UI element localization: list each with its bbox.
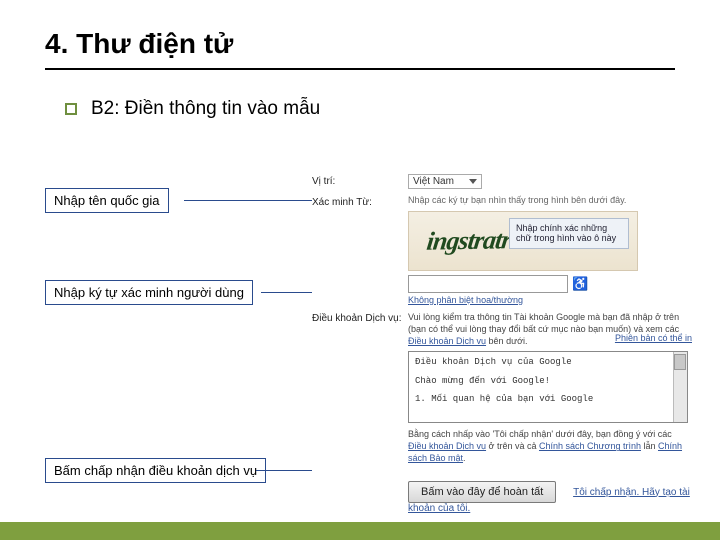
terms-link[interactable]: Điều khoản Dịch vụ	[408, 441, 486, 451]
tos-line: 1. Mối quan hệ của bạn với Google	[415, 393, 681, 406]
captcha-input[interactable]	[408, 275, 568, 293]
accessibility-icon[interactable]: ♿	[572, 276, 588, 292]
slide-title: 4. Thư điện tử	[45, 28, 675, 70]
leader-line	[256, 470, 312, 471]
signup-form-screenshot: Vị trí: Việt Nam Xác minh Từ: Nhập các k…	[312, 174, 692, 520]
chevron-down-icon	[469, 179, 477, 184]
location-dropdown[interactable]: Việt Nam	[408, 174, 482, 189]
callout-country: Nhập tên quốc gia	[45, 188, 169, 213]
tos-textarea[interactable]: Điều khoản Dịch vụ của Google Chào mừng …	[408, 351, 688, 423]
captcha-hint: Nhập các ký tự bạn nhìn thấy trong hình …	[408, 195, 692, 207]
subtitle-row: B2: Điền thông tin vào mẫu	[45, 98, 675, 120]
tos-line: Chào mừng đến với Google!	[415, 375, 681, 388]
tos-label: Điều khoản Dịch vụ:	[312, 311, 408, 324]
leader-line	[184, 200, 312, 201]
callout-accept: Bấm chấp nhận điều khoản dịch vụ	[45, 458, 266, 483]
printable-version-link[interactable]: Phiên bản có thể in	[615, 333, 692, 343]
captcha-image: ingstratr Nhập chính xác những chữ trong…	[408, 211, 638, 271]
captcha-note: Không phân biệt hoa/thường	[408, 295, 692, 305]
slide-footer-bar	[0, 522, 720, 540]
finish-button[interactable]: Bấm vào đây để hoàn tất	[408, 481, 556, 503]
scrollbar-thumb[interactable]	[674, 354, 686, 370]
program-policy-link[interactable]: Chính sách Chương trình	[539, 441, 641, 451]
tos-line: Điều khoản Dịch vụ của Google	[415, 356, 681, 369]
captcha-label: Xác minh Từ:	[312, 195, 408, 208]
tos-link[interactable]: Điều khoản Dịch vụ	[408, 336, 486, 346]
location-value: Việt Nam	[413, 176, 454, 187]
callout-captcha: Nhập ký tự xác minh người dùng	[45, 280, 253, 305]
bullet-icon	[65, 103, 77, 115]
location-label: Vị trí:	[312, 174, 408, 187]
subtitle-text: B2: Điền thông tin vào mẫu	[91, 98, 320, 120]
scrollbar[interactable]	[673, 352, 687, 422]
leader-line	[261, 292, 312, 293]
captcha-tooltip: Nhập chính xác những chữ trong hình vào …	[509, 218, 629, 250]
agree-text: Bằng cách nhấp vào 'Tôi chấp nhận' dưới …	[408, 428, 692, 464]
captcha-glyphs: ingstratr	[425, 225, 512, 256]
